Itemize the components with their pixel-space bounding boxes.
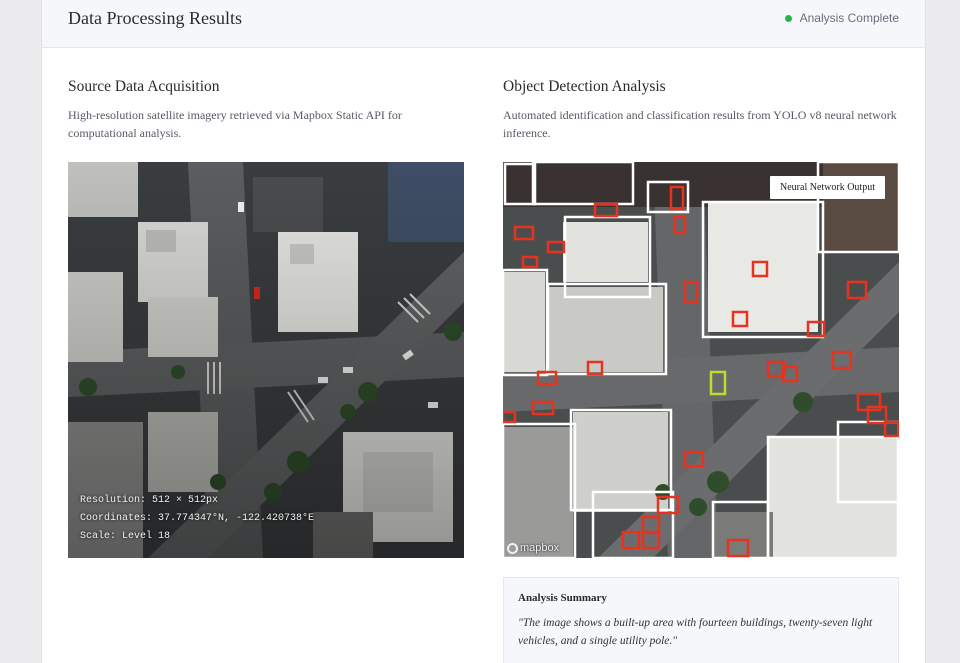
status-indicator: Analysis Complete bbox=[784, 11, 899, 25]
coordinates-readout: Coordinates: 37.774347°N, -122.420738°E bbox=[80, 513, 315, 524]
mapbox-logo: mapbox bbox=[507, 542, 559, 554]
neural-network-badge: Neural Network Output bbox=[770, 176, 885, 199]
analysis-summary: Analysis Summary "The image shows a buil… bbox=[503, 577, 899, 663]
detection-image-graphic bbox=[503, 162, 899, 558]
mapbox-logo-icon bbox=[507, 542, 518, 554]
detection-title: Object Detection Analysis bbox=[503, 78, 666, 95]
detection-image: Neural Network Output mapbox bbox=[503, 162, 899, 558]
scale-readout: Scale: Level 18 bbox=[80, 531, 171, 542]
source-title: Source Data Acquisition bbox=[68, 78, 220, 95]
source-satellite-image: Resolution: 512 × 512px Coordinates: 37.… bbox=[68, 162, 464, 558]
summary-title: Analysis Summary bbox=[518, 592, 607, 604]
image-metadata-overlay: Resolution: 512 × 512px Coordinates: 37.… bbox=[80, 492, 314, 546]
detection-section: Object Detection Analysis Automated iden… bbox=[503, 78, 899, 558]
summary-text: "The image shows a built-up area with fo… bbox=[518, 617, 873, 647]
page-title: Data Processing Results bbox=[68, 8, 242, 28]
resolution-readout: Resolution: 512 × 512px bbox=[80, 495, 219, 506]
source-description: High-resolution satellite imagery retrie… bbox=[68, 108, 402, 140]
header: Data Processing Results Analysis Complet… bbox=[42, 0, 925, 48]
mapbox-logo-text: mapbox bbox=[520, 542, 560, 554]
results-card: Data Processing Results Analysis Complet… bbox=[41, 0, 926, 663]
status-dot-icon bbox=[784, 14, 792, 22]
detection-description: Automated identification and classificat… bbox=[503, 108, 897, 140]
status-label: Analysis Complete bbox=[799, 11, 899, 25]
source-section: Source Data Acquisition High-resolution … bbox=[68, 78, 464, 558]
